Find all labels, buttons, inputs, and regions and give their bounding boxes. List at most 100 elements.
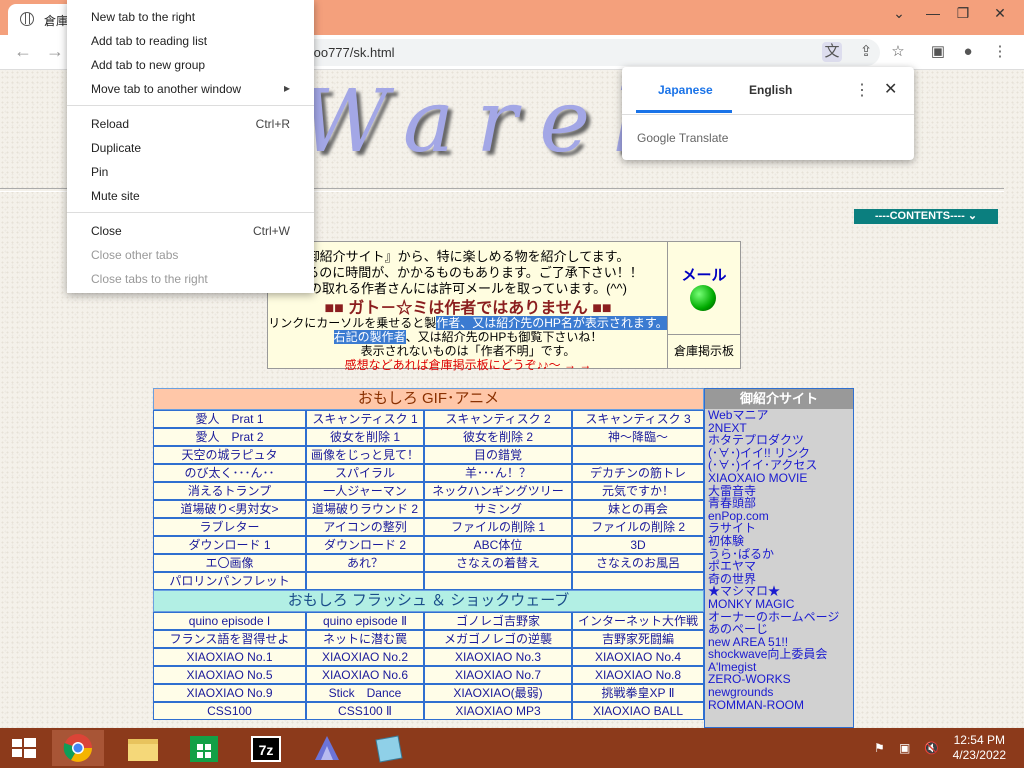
table-cell-link[interactable]: 目の錯覚 <box>424 446 572 464</box>
menu-pin[interactable]: Pin <box>91 165 108 179</box>
table-cell-link[interactable]: XIAOXIAO(最弱) <box>424 684 572 702</box>
sidebar-link[interactable]: ROMMAN-ROOM <box>705 699 853 712</box>
sidebar-link[interactable]: 青春頭部 <box>705 497 853 510</box>
table-cell-link[interactable]: 3D <box>572 536 704 554</box>
minimize-button[interactable]: — <box>918 2 948 24</box>
table-cell-link[interactable]: XIAOXIAO BALL <box>572 702 704 720</box>
table-cell-link[interactable]: 道場破り<男対女> <box>153 500 306 518</box>
close-icon[interactable]: ✕ <box>884 79 897 99</box>
restore-button[interactable]: ❐ <box>948 2 978 24</box>
table-cell-link[interactable]: さなえのお風呂 <box>572 554 704 572</box>
table-cell-link[interactable]: XIAOXIAO No.6 <box>306 666 424 684</box>
table-cell-link[interactable]: 愛人 Prat 2 <box>153 428 306 446</box>
table-cell-link[interactable]: スパイラル <box>306 464 424 482</box>
table-cell-link[interactable]: のび太く･･･ん･･ <box>153 464 306 482</box>
table-cell-link[interactable]: ゴノレゴ吉野家 <box>424 612 572 630</box>
table-cell-link[interactable]: デカチンの筋トレ <box>572 464 704 482</box>
table-cell-link[interactable]: 羊･･･ん！？ <box>424 464 572 482</box>
table-cell-link[interactable]: メガゴノレゴの逆襲 <box>424 630 572 648</box>
side-panel-icon[interactable]: ▣ <box>928 42 948 62</box>
close-window-button[interactable]: ✕ <box>985 2 1015 24</box>
table-cell-link[interactable]: ダウンロード 1 <box>153 536 306 554</box>
bbs-link[interactable]: 倉庫掲示板 <box>667 334 741 369</box>
7zip-taskbar-button[interactable]: 7z <box>240 730 292 766</box>
table-cell-link[interactable]: パロリンパンフレット <box>153 572 306 590</box>
translate-icon[interactable]: 文 <box>822 42 842 62</box>
store-taskbar-button[interactable] <box>178 730 230 766</box>
table-cell-link[interactable]: あれ？ <box>306 554 424 572</box>
table-cell-link[interactable]: 愛人 Prat 1 <box>153 410 306 428</box>
table-cell-link[interactable]: ダウンロード 2 <box>306 536 424 554</box>
table-cell-link[interactable]: スキャンティスク 1 <box>306 410 424 428</box>
table-cell-link[interactable]: ファイルの削除 1 <box>424 518 572 536</box>
table-cell-link[interactable]: アイコンの整列 <box>306 518 424 536</box>
table-cell-link[interactable]: 一人ジャーマン <box>306 482 424 500</box>
table-cell-link[interactable]: エ〇画像 <box>153 554 306 572</box>
table-cell-link[interactable]: フランス語を習得せよ <box>153 630 306 648</box>
table-cell-link[interactable]: XIAOXIAO No.7 <box>424 666 572 684</box>
menu-close[interactable]: Close <box>91 224 122 238</box>
table-cell-link[interactable]: 道場破りラウンド 2 <box>306 500 424 518</box>
table-cell-link[interactable]: ネットに潜む罠 <box>306 630 424 648</box>
volume-muted-icon[interactable]: 🔇 <box>924 741 939 755</box>
menu-add-new-group[interactable]: Add tab to new group <box>91 58 205 72</box>
table-cell-link[interactable]: Stick Dance <box>306 684 424 702</box>
sidebar-link[interactable]: XIAOXAIO MOVIE <box>705 472 853 485</box>
tab-search-button[interactable]: ⌄ <box>884 2 914 24</box>
forward-arrow-icon[interactable]: → <box>46 41 64 62</box>
sidebar-link[interactable]: Webマニア <box>705 409 853 422</box>
table-cell-link[interactable]: 妹との再会 <box>572 500 704 518</box>
profile-avatar-icon[interactable]: ● <box>958 42 978 62</box>
table-cell-link[interactable]: スキャンティスク 3 <box>572 410 704 428</box>
mail-link[interactable]: メール <box>667 241 741 335</box>
table-cell-link[interactable]: quino episode I <box>153 612 306 630</box>
sidebar-link[interactable]: newgrounds <box>705 686 853 699</box>
table-cell-link[interactable]: XIAOXIAO No.3 <box>424 648 572 666</box>
bookmark-star-icon[interactable]: ☆ <box>888 42 908 62</box>
notepad-taskbar-button[interactable] <box>362 730 414 766</box>
menu-kebab-icon[interactable]: ⋮ <box>990 42 1010 62</box>
start-button[interactable] <box>0 730 48 766</box>
sidebar-link[interactable]: shockwave向上委員会 <box>705 648 853 661</box>
table-cell-link[interactable]: ラブレター <box>153 518 306 536</box>
sidebar-link[interactable]: 初体験 <box>705 535 853 548</box>
menu-new-tab-right[interactable]: New tab to the right <box>91 10 195 24</box>
menu-mute-site[interactable]: Mute site <box>91 189 140 203</box>
menu-duplicate[interactable]: Duplicate <box>91 141 141 155</box>
menu-move-tab[interactable]: Move tab to another window <box>91 82 241 96</box>
lang-tab-english[interactable]: English <box>749 83 792 97</box>
table-cell-link[interactable]: スキャンティスク 2 <box>424 410 572 428</box>
sidebar-link[interactable]: ポエヤマ <box>705 560 853 573</box>
table-cell-link[interactable]: 挑戦拳皇XP Ⅱ <box>572 684 704 702</box>
table-cell-link[interactable]: 画像をじっと見て！ <box>306 446 424 464</box>
flag-icon[interactable]: ⚑ <box>874 741 885 755</box>
sidebar-link[interactable]: MONKY MAGIC <box>705 598 853 611</box>
sidebar-link[interactable]: ホタテプロダクツ <box>705 434 853 447</box>
table-cell-link[interactable]: 消えるトランプ <box>153 482 306 500</box>
back-arrow-icon[interactable]: ← <box>14 41 32 62</box>
share-icon[interactable]: ⇪ <box>856 42 876 62</box>
table-cell-link[interactable]: サミング <box>424 500 572 518</box>
lang-tab-japanese[interactable]: Japanese <box>658 83 713 97</box>
table-cell-link[interactable]: XIAOXIAO No.8 <box>572 666 704 684</box>
table-cell-link[interactable]: 吉野家死闘編 <box>572 630 704 648</box>
table-cell-link[interactable]: 天空の城ラピュタ <box>153 446 306 464</box>
table-cell-link[interactable]: XIAOXIAO No.1 <box>153 648 306 666</box>
table-cell-link[interactable]: CSS100 Ⅱ <box>306 702 424 720</box>
table-cell-link[interactable]: XIAOXIAO No.4 <box>572 648 704 666</box>
network-icon[interactable]: ▣ <box>899 741 910 755</box>
table-cell-link[interactable]: 神～降臨～ <box>572 428 704 446</box>
table-cell-link[interactable]: ABC体位 <box>424 536 572 554</box>
menu-add-reading-list[interactable]: Add tab to reading list <box>91 34 207 48</box>
table-cell-link[interactable]: quino episode Ⅱ <box>306 612 424 630</box>
table-cell-link[interactable]: CSS100 <box>153 702 306 720</box>
table-cell-link[interactable]: 元気ですか！ <box>572 482 704 500</box>
more-options-icon[interactable]: ⋮ <box>854 80 870 100</box>
table-cell-link[interactable]: XIAOXIAO No.2 <box>306 648 424 666</box>
table-cell-link[interactable]: XIAOXIAO No.9 <box>153 684 306 702</box>
explorer-taskbar-button[interactable] <box>117 730 169 766</box>
table-cell-link[interactable]: ネックハンギングツリー <box>424 482 572 500</box>
contents-select[interactable]: ----CONTENTS---- ⌄ <box>854 209 998 224</box>
table-cell-link[interactable]: ファイルの削除 2 <box>572 518 704 536</box>
menu-reload[interactable]: Reload <box>91 117 129 131</box>
